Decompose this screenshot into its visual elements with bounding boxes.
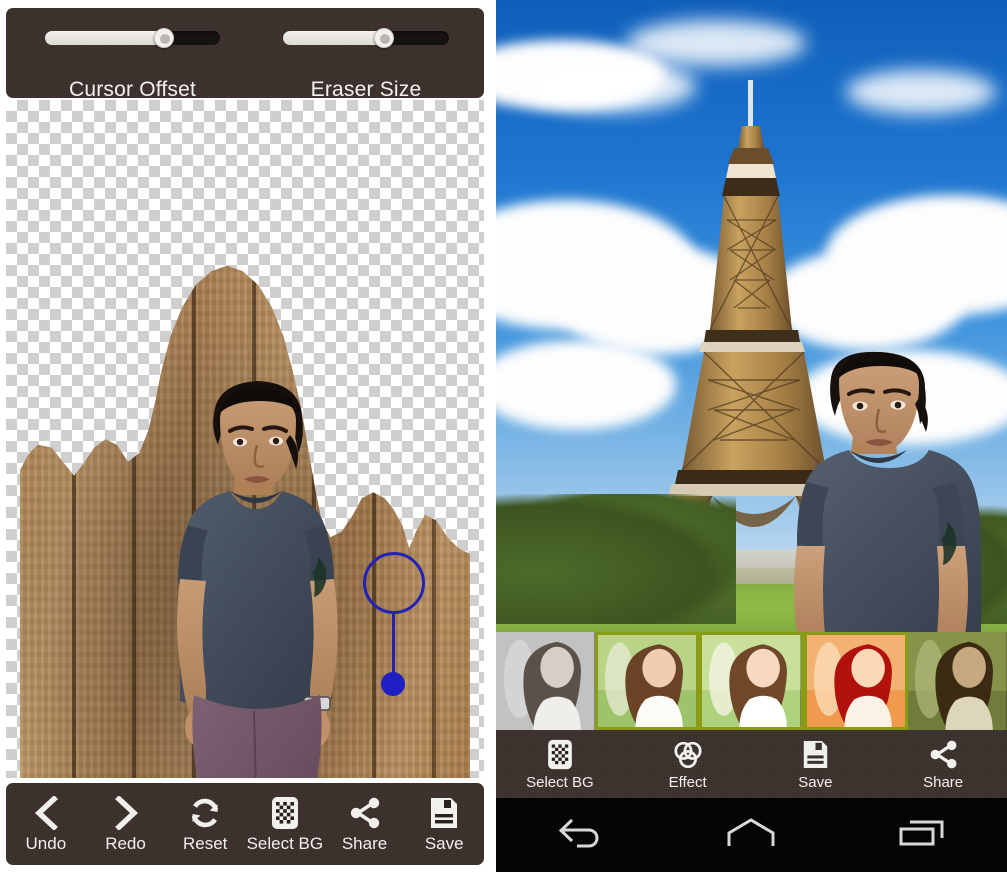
eraser-cursor-circle[interactable]	[363, 552, 425, 614]
effect-preview-image	[702, 635, 801, 727]
share-button[interactable]: Share	[879, 730, 1007, 798]
share-label: Share	[923, 773, 964, 791]
redo-label: Redo	[105, 833, 146, 853]
share-button[interactable]: Share	[325, 783, 405, 865]
cursor-offset-slider[interactable]: Cursor Offset	[45, 28, 220, 101]
effect-thumb-warm[interactable]	[803, 632, 909, 730]
eraser-size-label: Eraser Size	[310, 78, 422, 101]
effect-preview-image	[597, 635, 697, 727]
checkerboard-icon	[271, 795, 299, 831]
cloud-icon	[626, 20, 806, 66]
floppy-disk-icon	[429, 795, 459, 831]
reset-label: Reset	[182, 833, 228, 853]
eiffel-tower-scene	[496, 0, 1007, 664]
cursor-offset-thumb[interactable]	[153, 28, 174, 48]
nav-back-button[interactable]	[536, 798, 626, 872]
eraser-editor-screen: Cursor Offset Eraser Size Undo Redo Rese…	[0, 0, 488, 872]
person-cutout-left	[177, 381, 338, 778]
eraser-size-fill	[283, 31, 384, 45]
cursor-offset-fill	[45, 31, 164, 45]
floppy-disk-icon	[802, 738, 829, 771]
effect-thumb-normal[interactable]	[594, 632, 700, 730]
result-preview-screen: Select BG Effect Save Share	[496, 0, 1007, 872]
save-button[interactable]: Save	[404, 783, 484, 865]
effect-preview-image	[806, 635, 906, 727]
redo-button[interactable]: Redo	[86, 783, 166, 865]
effect-thumb-sepia[interactable]	[908, 632, 1007, 730]
checkerboard-icon	[547, 738, 573, 771]
undo-button[interactable]: Undo	[6, 783, 86, 865]
share-icon	[928, 738, 959, 771]
screenshot-root: Cursor Offset Eraser Size Undo Redo Rese…	[0, 0, 1007, 872]
android-navigation-bar	[496, 798, 1007, 872]
save-button[interactable]: Save	[752, 730, 880, 798]
tree-line-left	[496, 494, 736, 624]
cursor-offset-label: Cursor Offset	[68, 78, 197, 101]
eraser-canvas[interactable]	[6, 100, 484, 778]
save-label: Save	[798, 773, 833, 791]
home-icon	[723, 816, 779, 855]
slider-control-bar: Cursor Offset Eraser Size	[6, 8, 484, 101]
eraser-cursor-touch-dot[interactable]	[381, 672, 405, 696]
reset-button[interactable]: Reset	[165, 783, 245, 865]
venn-circles-icon	[672, 738, 704, 771]
chevron-right-icon	[112, 795, 140, 831]
nav-recents-button[interactable]	[877, 798, 967, 872]
eraser-cursor-stem	[392, 612, 395, 674]
effect-thumbnail-strip[interactable]	[496, 632, 1007, 730]
refresh-icon	[188, 795, 222, 831]
save-label: Save	[424, 833, 464, 853]
editor-toolbar: Undo Redo Reset Select BG Share Save	[6, 783, 484, 865]
person-cutout-composited	[794, 351, 981, 635]
effect-label: Effect	[668, 773, 707, 791]
select-bg-button[interactable]: Select BG	[496, 730, 624, 798]
effect-thumb-grayscale[interactable]	[496, 632, 595, 730]
undo-label: Undo	[25, 833, 67, 853]
select-bg-button[interactable]: Select BG	[245, 783, 325, 865]
effect-preview-image	[496, 632, 595, 730]
select-bg-label: Select BG	[526, 773, 594, 791]
share-icon	[348, 795, 382, 831]
chevron-left-icon	[32, 795, 60, 831]
effect-button[interactable]: Effect	[624, 730, 752, 798]
preview-toolbar: Select BG Effect Save Share	[496, 730, 1007, 798]
eraser-size-thumb[interactable]	[373, 28, 394, 48]
select-bg-label: Select BG	[246, 833, 324, 853]
eraser-size-slider[interactable]: Eraser Size	[283, 28, 449, 101]
effect-thumb-bright[interactable]	[699, 632, 804, 730]
recents-icon	[896, 816, 948, 855]
share-label: Share	[341, 833, 388, 853]
effect-preview-image	[908, 632, 1007, 730]
back-arrow-icon	[555, 816, 607, 855]
nav-home-button[interactable]	[706, 798, 796, 872]
